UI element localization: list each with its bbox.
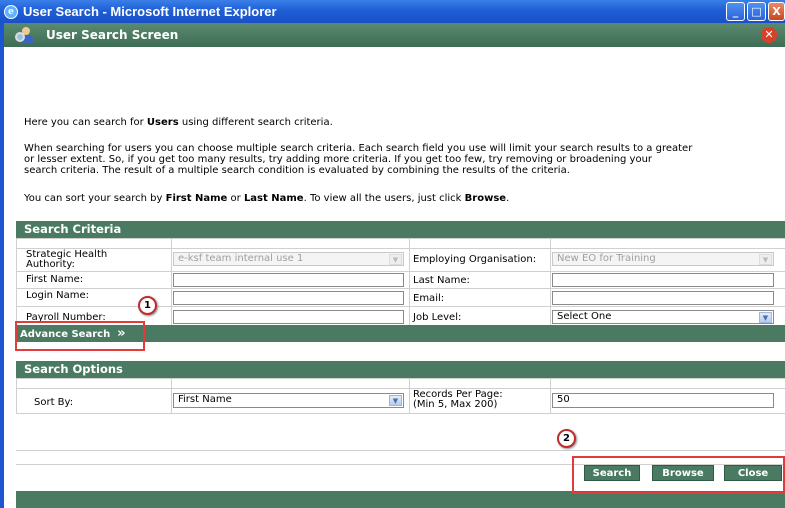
login-name-label: Login Name:	[26, 290, 90, 301]
sort-by-select[interactable]: First Name ▼	[173, 393, 404, 408]
sort-hint: You can sort your search by First Name o…	[24, 193, 510, 204]
first-name-input[interactable]	[173, 273, 404, 287]
job-level-select[interactable]: Select One ▼	[552, 310, 774, 324]
sort-by-label: Sort By:	[34, 397, 74, 408]
annotation-marker-2: 2	[557, 429, 576, 448]
last-name-label: Last Name:	[413, 275, 470, 286]
first-name-label: First Name:	[26, 274, 84, 285]
eo-label: Employing Organisation:	[413, 254, 537, 265]
chevron-down-icon: ▼	[389, 395, 402, 406]
screen-title: User Search Screen	[46, 28, 179, 42]
intro-paragraph-line-1: When searching for users you can choose …	[24, 143, 693, 154]
email-input[interactable]	[552, 291, 774, 305]
payroll-number-input[interactable]	[173, 310, 404, 324]
screen-close-icon[interactable]: ✕	[761, 27, 777, 43]
sha-label-2: Authority:	[26, 259, 75, 270]
chevron-down-icon: ▼	[389, 254, 402, 265]
last-name-input[interactable]	[552, 273, 774, 287]
window-title: User Search - Microsoft Internet Explore…	[23, 4, 277, 19]
chevron-down-icon: ▼	[759, 254, 772, 265]
intro-paragraph-line-2: or lesser extent. So, if you get too man…	[24, 154, 653, 165]
eo-select[interactable]: New EO for Training ▼	[552, 252, 774, 266]
internet-explorer-icon: e	[4, 4, 18, 19]
maximize-button[interactable]: □	[747, 2, 766, 21]
screen-header: User Search Screen ✕	[4, 23, 785, 47]
records-per-page-range: (Min 5, Max 200)	[413, 399, 498, 410]
user-search-icon	[14, 26, 36, 44]
email-label: Email:	[413, 293, 445, 304]
chevron-down-icon: ▼	[759, 312, 772, 323]
annotation-box-1	[15, 321, 145, 351]
annotation-box-2	[572, 456, 785, 494]
sha-select[interactable]: e-ksf team internal use 1 ▼	[173, 252, 404, 266]
intro-line: Here you can search for Users using diff…	[24, 117, 333, 128]
search-criteria-header: Search Criteria	[16, 221, 785, 238]
records-per-page-input[interactable]: 50	[552, 393, 774, 408]
login-name-input[interactable]	[173, 291, 404, 305]
annotation-marker-1: 1	[138, 296, 157, 315]
intro-paragraph-line-3: search criteria. The result of a multipl…	[24, 165, 570, 176]
search-options-header: Search Options	[16, 361, 785, 378]
minimize-button[interactable]: _	[726, 2, 745, 21]
window-close-button[interactable]: X	[768, 2, 785, 21]
window-titlebar: e User Search - Microsoft Internet Explo…	[0, 0, 785, 23]
job-level-label: Job Level:	[413, 312, 462, 323]
